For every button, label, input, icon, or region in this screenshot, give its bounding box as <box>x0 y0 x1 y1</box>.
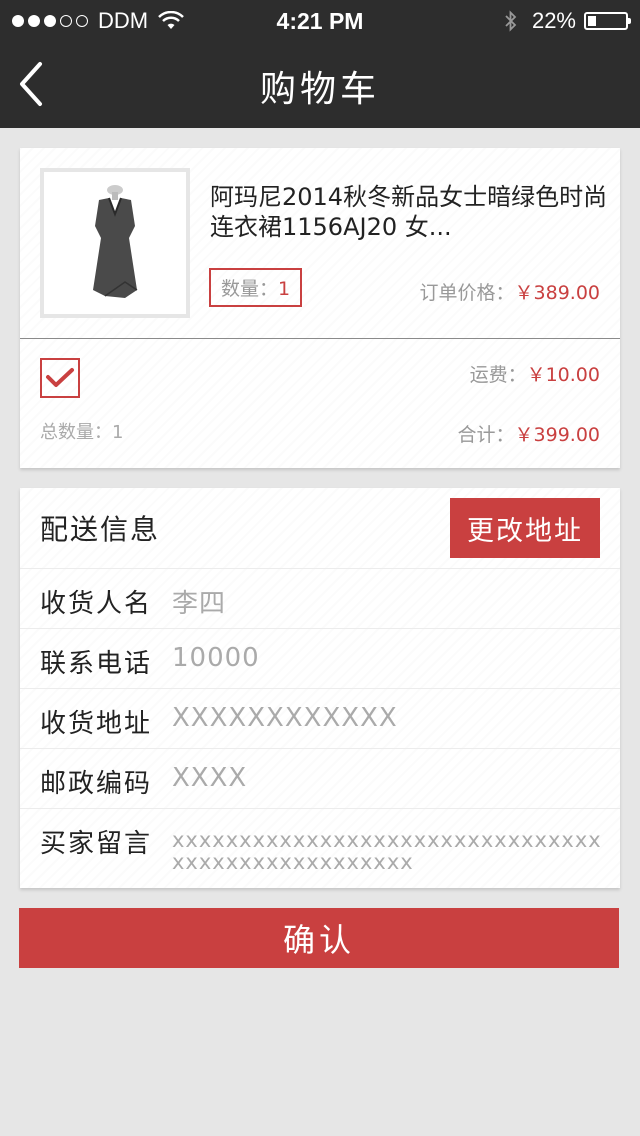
address-label: 收货地址 <box>40 709 153 739</box>
battery-percent: 22% <box>531 8 576 33</box>
product-title[interactable]: 阿玛尼2014秋冬新品女士暗绿色时尚连衣裙1156AJ20 女... <box>210 182 610 242</box>
recipient-label: 收货人名 <box>40 589 153 619</box>
confirm-button[interactable]: 确认 <box>19 908 619 968</box>
shipping-fee-value: ￥10.00 <box>526 364 600 386</box>
order-price-label: 订单价格： <box>419 282 515 304</box>
checkmark-icon <box>46 368 74 387</box>
postcode-field[interactable]: XXXX <box>172 763 247 793</box>
address-field[interactable]: XXXXXXXXXXXX <box>172 703 398 733</box>
status-bar: DDM 4:21 PM 22% <box>0 0 640 40</box>
order-total: 合计：￥399.00 <box>458 420 601 447</box>
shipping-fee: 运费：￥10.00 <box>470 360 600 387</box>
field-row-address: 收货地址 XXXXXXXXXXXX <box>20 688 620 749</box>
phone-field[interactable]: 10000 <box>172 643 260 673</box>
order-card: 阿玛尼2014秋冬新品女士暗绿色时尚连衣裙1156AJ20 女... 数量：1 … <box>20 148 620 468</box>
order-total-label: 合计： <box>457 424 515 446</box>
select-checkbox[interactable] <box>40 358 80 398</box>
product-image[interactable] <box>40 168 190 318</box>
field-row-recipient: 收货人名 李四 <box>20 568 620 629</box>
field-row-postcode: 邮政编码 XXXX <box>20 748 620 809</box>
quantity-label: 数量： <box>221 278 279 300</box>
field-row-phone: 联系电话 10000 <box>20 628 620 689</box>
field-row-message: 买家留言 xxxxxxxxxxxxxxxxxxxxxxxxxxxxxxxxxxx… <box>20 808 620 889</box>
quantity-value: 1 <box>278 278 291 300</box>
bluetooth-icon <box>505 10 517 32</box>
delivery-header: 配送信息 更改地址 <box>20 488 620 568</box>
recipient-field[interactable]: 李四 <box>172 583 226 620</box>
delivery-card: 配送信息 更改地址 收货人名 李四 联系电话 10000 收货地址 XXXXXX… <box>20 488 620 888</box>
nav-bar: 购物车 <box>0 40 640 128</box>
delivery-title: 配送信息 <box>40 513 161 546</box>
quantity-field[interactable]: 数量：1 <box>209 268 303 307</box>
dress-image <box>93 185 138 298</box>
total-quantity: 总数量：1 <box>40 418 123 444</box>
message-label: 买家留言 <box>40 829 153 859</box>
status-right: 22% <box>504 8 631 34</box>
total-quantity-label: 总数量： <box>40 422 112 443</box>
order-price: 订单价格：￥389.00 <box>420 278 601 305</box>
battery-level <box>588 16 596 26</box>
page-title: 购物车 <box>259 69 380 110</box>
change-address-button[interactable]: 更改地址 <box>450 498 600 558</box>
divider <box>20 338 620 339</box>
postcode-label: 邮政编码 <box>40 769 153 799</box>
battery-icon <box>584 12 631 30</box>
shipping-fee-label: 运费： <box>469 364 527 386</box>
message-field[interactable]: xxxxxxxxxxxxxxxxxxxxxxxxxxxxxxxxxxxxxxxx… <box>172 829 612 873</box>
phone-label: 联系电话 <box>40 649 153 679</box>
total-quantity-value: 1 <box>112 422 124 443</box>
order-total-value: ￥399.00 <box>514 424 600 446</box>
order-price-value: ￥389.00 <box>514 282 600 304</box>
